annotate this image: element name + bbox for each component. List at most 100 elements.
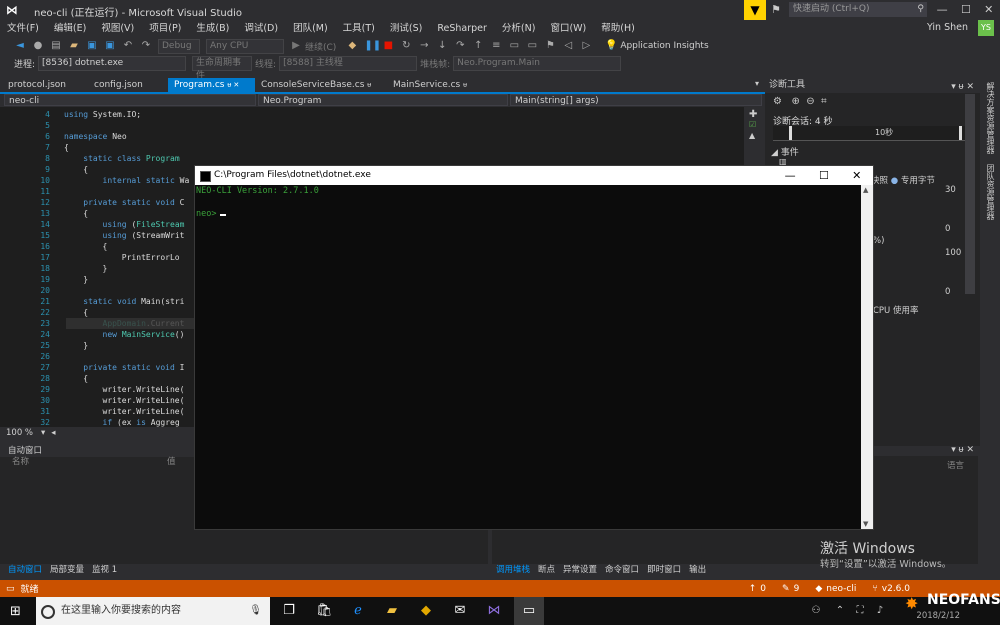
pin-icon[interactable]: ᵾ xyxy=(463,81,467,89)
console-title-bar[interactable]: C:\Program Files\dotnet\dotnet.exe — ☐ ✕ xyxy=(195,166,873,185)
code-line[interactable]: 5 xyxy=(0,120,765,131)
microphone-icon[interactable]: 🎙 xyxy=(249,597,262,625)
tab-immediate-window[interactable]: 即时窗口 xyxy=(647,564,681,577)
store-icon[interactable]: 🛍 xyxy=(316,603,333,619)
menu-edit[interactable]: 编辑(E) xyxy=(54,20,86,37)
process-select[interactable]: [8536] dotnet.exe xyxy=(38,56,187,71)
arrow-up-icon[interactable]: ▲ xyxy=(749,131,755,140)
reset-zoom-icon[interactable]: ⌗ xyxy=(821,96,827,107)
bookmark-icon[interactable]: ⚑ xyxy=(544,40,556,52)
tab-team-explorer[interactable]: 团队资源管理器 xyxy=(985,164,996,220)
open-folder-icon[interactable]: ▰ xyxy=(68,40,80,52)
tab-output[interactable]: 输出 xyxy=(689,564,706,577)
chevron-down-icon[interactable]: ▾ xyxy=(41,428,45,438)
tab-watch-1[interactable]: 监视 1 xyxy=(92,564,117,577)
thread-select[interactable]: [8588] 主线程 xyxy=(279,56,418,71)
file-explorer-icon[interactable]: ▰ xyxy=(384,603,400,619)
menu-team[interactable]: 团队(M) xyxy=(293,20,328,37)
tab-autos[interactable]: 自动窗口 xyxy=(8,564,42,577)
close-icon[interactable]: ▾ ᵾ ✕ xyxy=(951,80,974,95)
tab-breakpoints[interactable]: 断点 xyxy=(538,564,555,577)
people-icon[interactable]: ⚇ xyxy=(808,603,824,619)
minimize-button[interactable]: — xyxy=(785,166,796,185)
stack-frame-select[interactable]: Neo.Program.Main xyxy=(453,56,622,71)
step-over-icon[interactable]: ↷ xyxy=(454,40,466,52)
attach-icon[interactable]: ◆ xyxy=(346,40,358,52)
next-bookmark-icon[interactable]: ▷ xyxy=(580,40,592,52)
close-button[interactable]: ✕ xyxy=(984,0,993,20)
maximize-button[interactable]: ☐ xyxy=(819,166,829,185)
uncomment-icon[interactable]: ▭ xyxy=(526,40,538,52)
zoom-in-icon[interactable]: ⊕ xyxy=(792,96,800,107)
split-icon[interactable]: ✚ xyxy=(749,109,757,120)
continue-button[interactable]: 继续(C) xyxy=(305,40,336,53)
column-language[interactable]: 语言 xyxy=(947,459,964,471)
windows-start-icon[interactable]: ⊞ xyxy=(10,604,21,619)
menu-project[interactable]: 项目(P) xyxy=(149,20,181,37)
app-insights-button[interactable]: Application Insights xyxy=(620,41,708,51)
menu-build[interactable]: 生成(B) xyxy=(196,20,229,37)
mail-icon[interactable]: ✉ xyxy=(452,603,468,619)
close-icon[interactable]: ▾ ᵾ ✕ xyxy=(951,444,974,455)
quick-launch-input[interactable]: 快速启动 (Ctrl+Q) ⚲ xyxy=(789,2,927,17)
user-name[interactable]: Yin Shen xyxy=(927,22,968,33)
tab-config-json[interactable]: config.json xyxy=(88,78,168,92)
zoom-level[interactable]: 100 % xyxy=(6,428,33,438)
scroll-down-icon[interactable]: ▼ xyxy=(863,520,868,528)
console-window[interactable]: C:\Program Files\dotnet\dotnet.exe — ☐ ✕… xyxy=(194,165,874,530)
tab-solution-explorer[interactable]: 解决方案资源管理器 xyxy=(985,82,996,154)
avatar[interactable]: YS xyxy=(978,20,994,36)
pin-icon[interactable]: ᵾ ✕ xyxy=(227,81,239,89)
menu-test[interactable]: 测试(S) xyxy=(390,20,422,37)
tab-program-cs[interactable]: Program.cs ᵾ ✕ xyxy=(168,78,255,92)
stop-icon[interactable]: ■ xyxy=(382,40,394,52)
menu-window[interactable]: 窗口(W) xyxy=(550,20,586,37)
code-line[interactable]: 8 static class Program xyxy=(0,153,765,164)
code-line[interactable]: 7{ xyxy=(0,142,765,153)
play-icon[interactable]: ▶ xyxy=(290,40,302,52)
console-output[interactable]: NEO-CLI Version: 2.7.1.0 neo> xyxy=(195,185,861,529)
console-app-icon[interactable]: ▭ xyxy=(514,597,544,625)
new-project-icon[interactable]: ▤ xyxy=(50,40,62,52)
tab-command-window[interactable]: 命令窗口 xyxy=(605,564,639,577)
menu-analyze[interactable]: 分析(N) xyxy=(502,20,536,37)
edge-icon[interactable]: ℯ xyxy=(350,603,366,619)
format-icon[interactable]: ≡ xyxy=(490,40,502,52)
back-icon[interactable]: ◄ xyxy=(14,40,26,52)
visual-studio-icon[interactable]: ⋈ xyxy=(486,603,502,619)
step-out-icon[interactable]: ↑ xyxy=(472,40,484,52)
menu-resharper[interactable]: ReSharper xyxy=(437,20,487,37)
undo-icon[interactable]: ↶ xyxy=(122,40,134,52)
code-line[interactable]: 6 namespace Neo xyxy=(0,131,765,142)
project-select[interactable]: neo-cli xyxy=(4,94,256,106)
feedback-flag-icon[interactable]: ▼ xyxy=(744,0,766,20)
redo-icon[interactable]: ↷ xyxy=(140,40,152,52)
close-button[interactable]: ✕ xyxy=(852,166,861,185)
platform-select[interactable]: Any CPU xyxy=(206,38,284,54)
menu-debug[interactable]: 调试(D) xyxy=(244,20,278,37)
pin-icon[interactable]: ᵾ xyxy=(367,81,371,89)
settings-icon[interactable]: ⚙ xyxy=(773,96,782,107)
unpushed-count[interactable]: 0 xyxy=(760,584,766,594)
zoom-out-icon[interactable]: ⊖ xyxy=(806,96,814,107)
save-icon[interactable]: ▣ xyxy=(86,40,98,52)
tab-locals[interactable]: 局部变量 xyxy=(50,564,84,577)
repo-name[interactable]: neo-cli xyxy=(826,584,856,594)
scroll-up-icon[interactable]: ▲ xyxy=(863,186,868,194)
configuration-select[interactable]: Debug xyxy=(158,38,200,54)
menu-help[interactable]: 帮助(H) xyxy=(601,20,635,37)
column-name[interactable]: 名称 xyxy=(12,457,167,468)
tray-chevron-icon[interactable]: ⌃ xyxy=(832,603,848,619)
task-view-icon[interactable]: ❐ xyxy=(281,603,297,619)
tab-exception-settings[interactable]: 异常设置 xyxy=(563,564,597,577)
minimize-button[interactable]: — xyxy=(937,0,948,20)
taskbar-search-input[interactable]: 在这里输入你要搜索的内容 🎙 xyxy=(36,597,270,625)
comment-icon[interactable]: ▭ xyxy=(508,40,520,52)
volume-icon[interactable]: ♪ xyxy=(872,603,888,619)
changes-count[interactable]: 9 xyxy=(794,584,800,594)
forward-icon[interactable]: ● xyxy=(32,40,44,52)
notifications-icon[interactable]: ⚑ xyxy=(771,3,781,16)
save-all-icon[interactable]: ▣ xyxy=(104,40,116,52)
restart-icon[interactable]: ↻ xyxy=(400,40,412,52)
scroll-left-icon[interactable]: ◂ xyxy=(51,428,55,438)
